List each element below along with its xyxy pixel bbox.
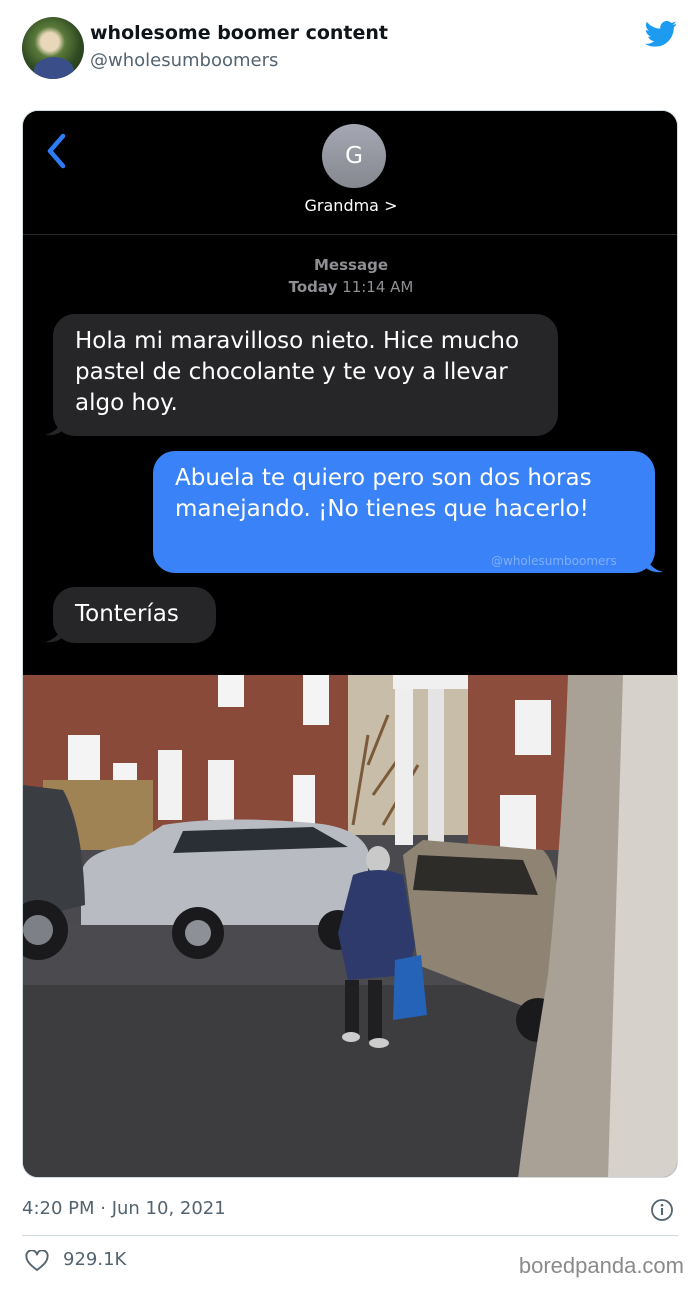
chevron-left-icon[interactable]	[45, 133, 69, 169]
message-bubble-incoming[interactable]: Hola mi maravilloso nieto. Hice mucho pa…	[53, 314, 558, 436]
divider	[22, 1235, 678, 1236]
like-count[interactable]: 929.1K	[63, 1249, 126, 1270]
photo-illustration	[23, 675, 677, 1177]
message-clock: 11:14 AM	[342, 278, 414, 296]
heart-icon[interactable]	[25, 1250, 49, 1272]
display-name[interactable]: wholesome boomer content	[90, 22, 388, 44]
message-day: Today	[288, 278, 338, 296]
source-watermark: boredpanda.com	[518, 1253, 684, 1278]
info-icon[interactable]	[650, 1198, 674, 1222]
grandma-parking-lot-photo	[23, 675, 677, 1177]
tweet-timestamp[interactable]: 4:20 PM · Jun 10, 2021	[22, 1198, 226, 1219]
user-handle[interactable]: @wholesumboomers	[90, 50, 278, 71]
twitter-bird-icon[interactable]	[645, 20, 677, 48]
watermark: @wholesumboomers	[491, 554, 617, 568]
avatar[interactable]	[22, 17, 84, 79]
imessage-screenshot: G Grandma > Message Today 11:14 AM Hola …	[23, 111, 677, 669]
message-service-label: Message	[314, 256, 388, 274]
contact-avatar[interactable]: G	[322, 124, 386, 188]
tweet-media[interactable]: G Grandma > Message Today 11:14 AM Hola …	[22, 110, 678, 1178]
divider	[23, 234, 677, 235]
message-bubble-incoming[interactable]: Tonterías	[53, 587, 216, 643]
message-timestamp: Today 11:14 AM	[23, 278, 677, 296]
tweet-header: wholesome boomer content @wholesumboomer…	[0, 0, 700, 100]
contact-name[interactable]: Grandma >	[23, 196, 677, 215]
